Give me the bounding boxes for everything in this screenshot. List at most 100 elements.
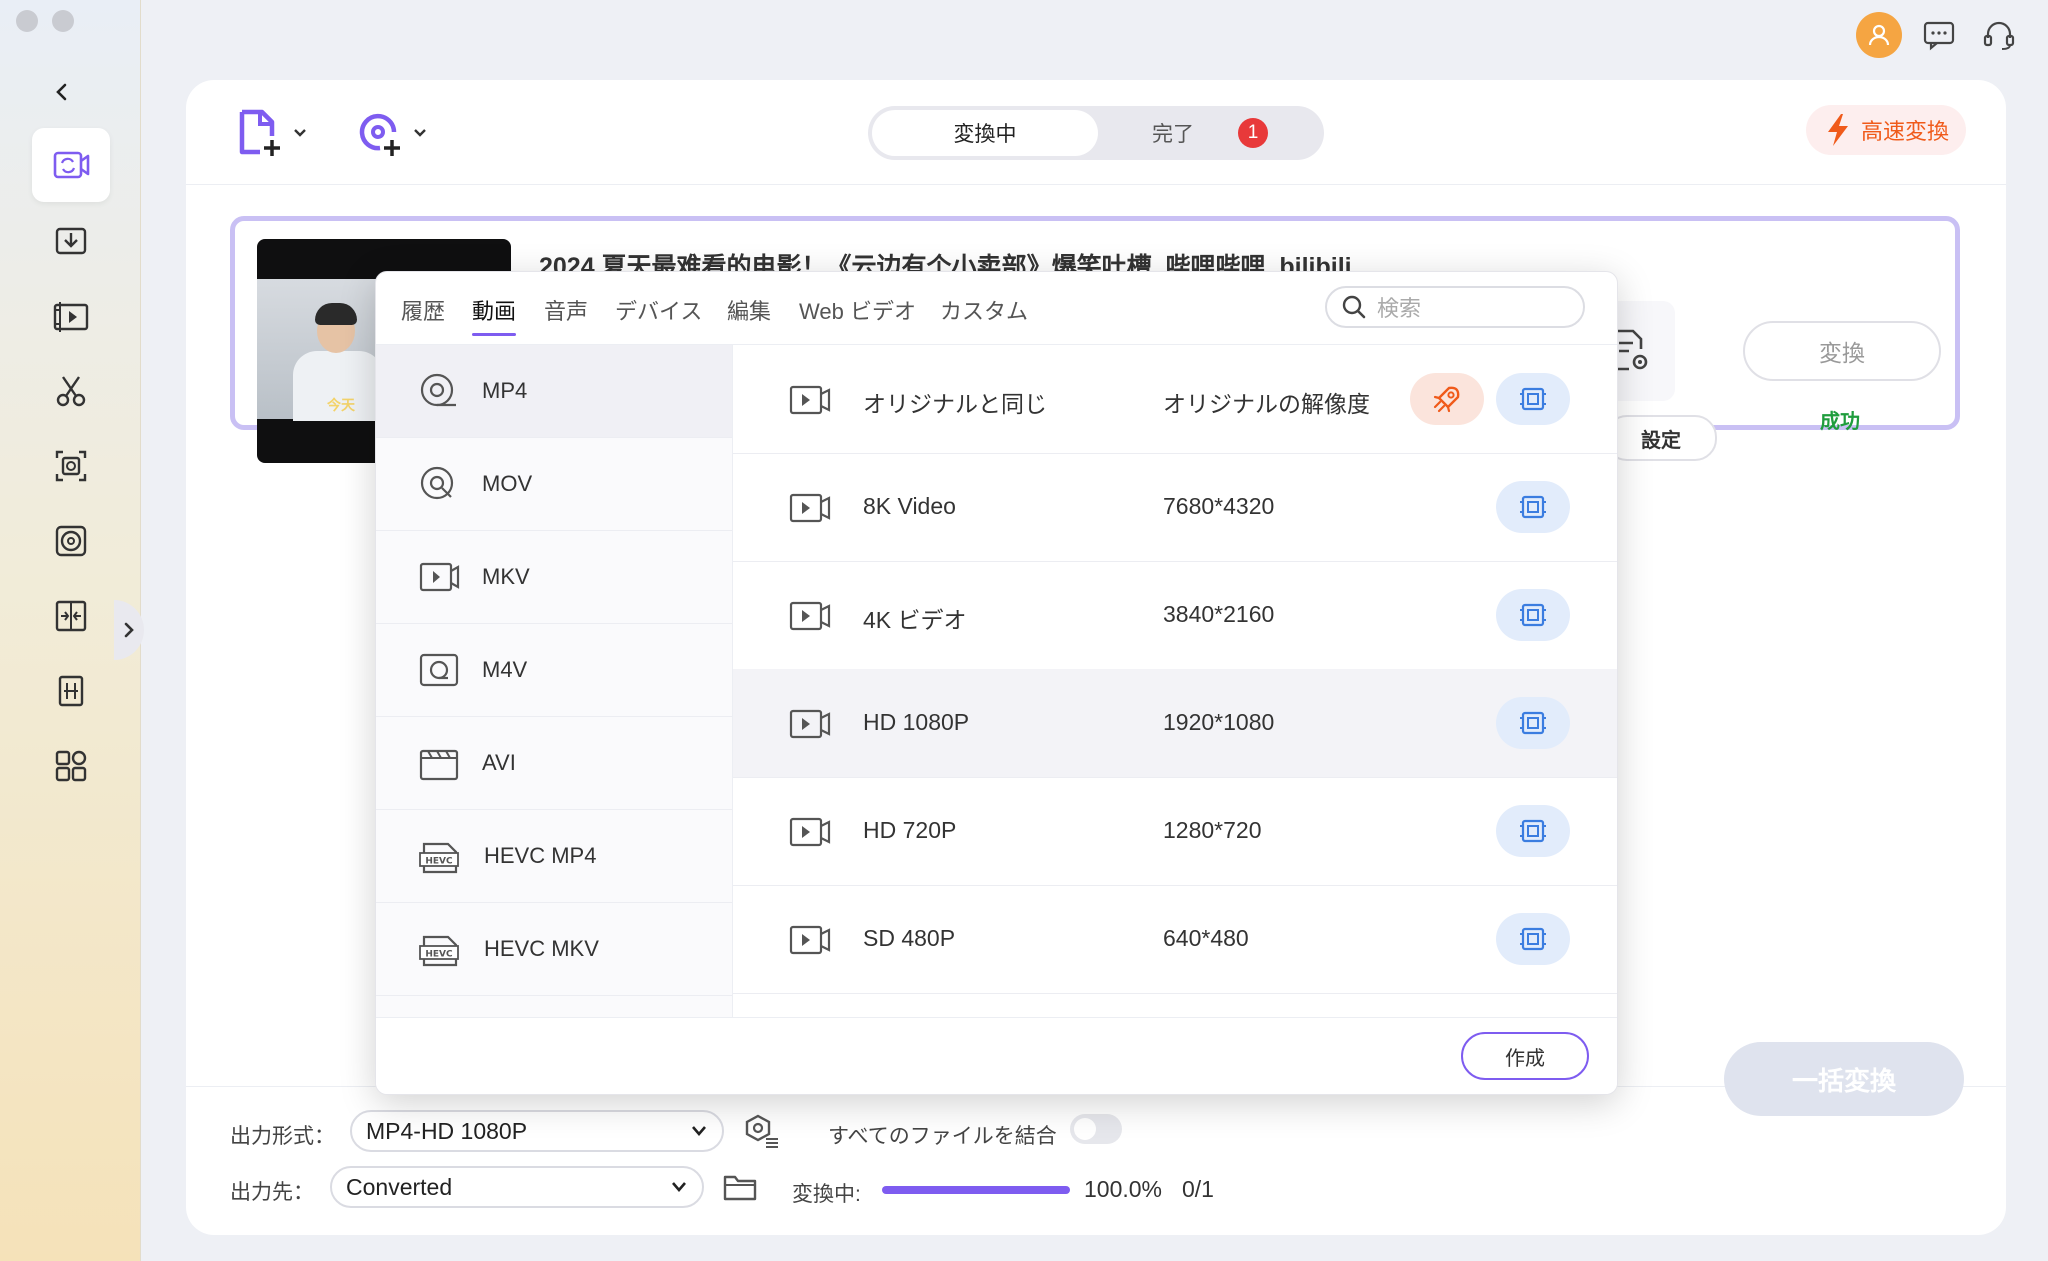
resolution-row-8k[interactable]: 8K Video 7680*4320 xyxy=(733,453,1617,562)
output-dest-label: 出力先： xyxy=(230,1181,314,1204)
support-button[interactable] xyxy=(1976,12,2022,58)
tab-audio[interactable]: 音声 xyxy=(544,294,588,326)
sidebar-item-player[interactable] xyxy=(32,279,110,353)
video-player-icon xyxy=(53,302,89,332)
resolution-size: 3840*2160 xyxy=(1163,601,1275,627)
mkv-format-icon xyxy=(419,562,460,592)
format-item-label: HEVC MKV xyxy=(484,936,599,961)
preset-edit-icon xyxy=(1520,387,1546,411)
user-avatar[interactable] xyxy=(1856,12,1902,58)
resolution-list: オリジナルと同じ オリジナルの解像度 8K Video 7680*4320 4K… xyxy=(733,345,1617,1017)
collapse-sidebar-icon[interactable] xyxy=(50,80,74,109)
sidebar-item-cut[interactable] xyxy=(32,354,110,428)
tab-custom[interactable]: カスタム xyxy=(940,294,1028,326)
svg-text:HEVC: HEVC xyxy=(425,950,453,960)
format-item-mkv[interactable]: MKV xyxy=(376,531,732,624)
resolution-row-1080p[interactable]: HD 1080P 1920*1080 xyxy=(733,669,1617,778)
preset-edit-icon xyxy=(1520,927,1546,951)
format-item-m4v[interactable]: M4V xyxy=(376,624,732,717)
tab-done[interactable]: 完了 1 xyxy=(1100,110,1320,156)
format-item-label: MP4 xyxy=(482,378,528,403)
format-item-label: HEVC MP4 xyxy=(484,843,597,868)
format-item-hevc-mp4[interactable]: HEVC HEVC MP4 xyxy=(376,810,732,903)
sidebar-item-burn[interactable] xyxy=(32,504,110,578)
sidebar-item-converter[interactable] xyxy=(32,128,110,202)
resolution-name: HD 1080P xyxy=(863,709,970,735)
format-item-mov[interactable]: MOV xyxy=(376,438,732,531)
resolution-name: SD 480P xyxy=(863,925,956,951)
format-item-hevc-mkv[interactable]: HEVC HEVC MKV xyxy=(376,903,732,996)
output-format-select[interactable]: MP4-HD 1080P xyxy=(350,1110,724,1152)
video-file-icon xyxy=(789,601,831,631)
output-dest-value: Converted xyxy=(346,1173,453,1200)
output-dest-select[interactable]: Converted xyxy=(330,1166,704,1208)
edit-preset-button[interactable] xyxy=(1496,697,1570,749)
format-item-avi[interactable]: AVI xyxy=(376,717,732,810)
progress-count: 0/1 xyxy=(1182,1176,1214,1202)
edit-preset-button[interactable] xyxy=(1496,481,1570,533)
chevron-down-icon xyxy=(414,129,426,137)
download-icon xyxy=(55,227,87,255)
resolution-size: オリジナルの解像度 xyxy=(1163,391,1370,417)
chat-icon xyxy=(1923,21,1955,51)
format-item-label: AVI xyxy=(482,750,516,775)
open-folder-button[interactable] xyxy=(722,1172,758,1207)
status-segment: 変換中 完了 1 xyxy=(868,106,1324,160)
sidebar-item-compress[interactable] xyxy=(32,579,110,653)
edit-preset-button[interactable] xyxy=(1496,589,1570,641)
window-minimize-button[interactable] xyxy=(52,10,74,32)
high-speed-button[interactable]: 高速変換 xyxy=(1806,105,1966,155)
sidebar xyxy=(0,0,144,1261)
hevc-format-icon: HEVC xyxy=(419,935,459,967)
resolution-row-4k[interactable]: 4K ビデオ 3840*2160 xyxy=(733,561,1617,670)
sidebar-item-screen-record[interactable] xyxy=(32,429,110,503)
edit-preset-button[interactable] xyxy=(1496,805,1570,857)
batch-convert-button[interactable]: 一括変換 xyxy=(1724,1042,1964,1116)
create-preset-button[interactable]: 作成 xyxy=(1461,1032,1589,1080)
chevron-right-icon xyxy=(124,622,134,638)
tab-video[interactable]: 動画 xyxy=(472,294,517,336)
add-disc-button[interactable] xyxy=(356,108,428,158)
resolution-name: オリジナルと同じ xyxy=(863,391,1047,417)
tab-edit[interactable]: 編集 xyxy=(727,294,771,326)
task-settings-button[interactable]: 設定 xyxy=(1605,415,1717,461)
format-item-mp4[interactable]: MP4 xyxy=(376,345,732,438)
expand-panel-button[interactable] xyxy=(114,600,144,660)
resolution-row-720p[interactable]: HD 720P 1280*720 xyxy=(733,777,1617,886)
mp4-format-icon xyxy=(420,373,456,407)
search-field[interactable]: 検索 xyxy=(1325,286,1585,328)
merge-files-toggle[interactable] xyxy=(1070,1114,1122,1144)
resolution-size: 1280*720 xyxy=(1163,817,1262,843)
video-file-icon xyxy=(789,817,831,847)
disc-icon xyxy=(55,525,87,557)
sidebar-item-toolbox[interactable] xyxy=(32,729,110,803)
window-close-button[interactable] xyxy=(16,10,38,32)
tab-web-video[interactable]: Web ビデオ xyxy=(799,294,916,326)
resolution-row-original[interactable]: オリジナルと同じ オリジナルの解像度 xyxy=(733,345,1617,454)
format-settings-button[interactable] xyxy=(742,1112,782,1155)
edit-preset-button[interactable] xyxy=(1496,913,1570,965)
chevron-down-icon xyxy=(672,1182,686,1192)
tab-history[interactable]: 履歴 xyxy=(401,294,445,326)
preset-edit-icon xyxy=(1520,495,1546,519)
dialog-footer: 作成 xyxy=(376,1017,1617,1094)
video-file-icon xyxy=(789,385,831,415)
done-count-badge: 1 xyxy=(1238,118,1268,148)
add-file-button[interactable] xyxy=(236,108,308,158)
tab-device[interactable]: デバイス xyxy=(615,294,702,326)
screen-record-icon xyxy=(55,450,87,482)
edit-preset-button[interactable] xyxy=(1496,373,1570,425)
sidebar-item-download[interactable] xyxy=(32,204,110,278)
mov-format-icon xyxy=(420,466,454,500)
chevron-down-icon xyxy=(692,1126,706,1136)
trim-icon xyxy=(58,675,84,707)
tab-converting[interactable]: 変換中 xyxy=(872,110,1098,156)
hevc-format-icon: HEVC xyxy=(419,842,459,874)
resolution-row-480p[interactable]: SD 480P 640*480 xyxy=(733,885,1617,994)
output-format-label: 出力形式： xyxy=(230,1125,335,1148)
sidebar-item-trim[interactable] xyxy=(32,654,110,728)
convert-button[interactable]: 変換 xyxy=(1743,321,1941,381)
message-button[interactable] xyxy=(1916,12,1962,58)
headset-icon xyxy=(1983,21,2015,50)
hardware-acceleration-button[interactable] xyxy=(1410,373,1484,425)
